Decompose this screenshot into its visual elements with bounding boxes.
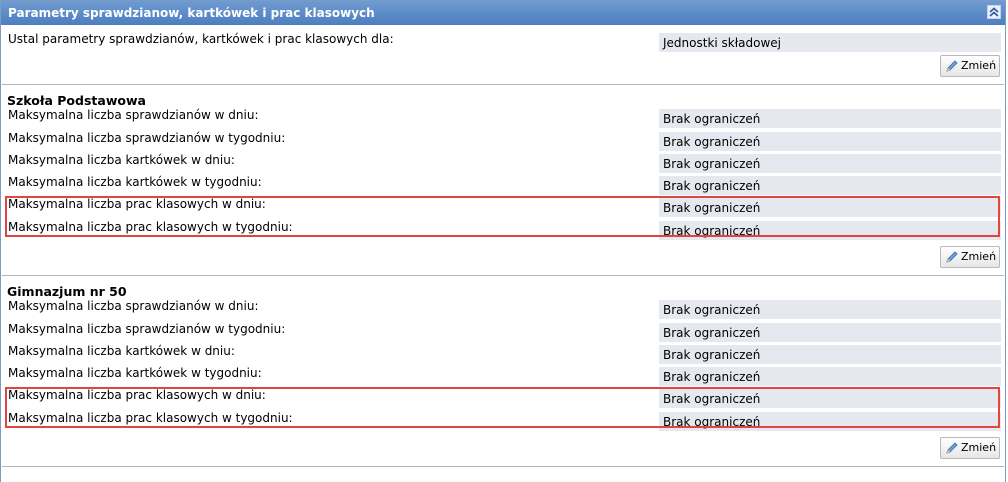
section-button-row: Zmień: [1, 436, 1005, 466]
parameter-row: Maksymalna liczba prac klasowych w dniu:…: [1, 387, 1005, 410]
intro-button-row: Zmień: [1, 54, 1005, 84]
parameter-label: Maksymalna liczba sprawdzianów w dniu:: [8, 108, 259, 122]
parameter-label: Maksymalna liczba sprawdzianów w tygodni…: [8, 321, 286, 336]
parameter-value: Brak ograniczeń: [659, 109, 1001, 128]
parameter-row: Maksymalna liczba kartkówek w dniu: Brak …: [1, 152, 1005, 175]
section-title: Gimnazjum nr 50: [7, 284, 127, 299]
parameter-label: Maksymalna liczba sprawdzianów w tygodni…: [8, 130, 286, 145]
parameter-value: Brak ograniczeń: [659, 198, 1001, 217]
parameter-label: Maksymalna liczba prac klasowych w tygod…: [8, 219, 293, 234]
section-1: Gimnazjum nr 50 Maksymalna liczba sprawdz…: [1, 276, 1005, 467]
parameter-row: Maksymalna liczba kartkówek w dniu: Brak …: [1, 343, 1005, 366]
parameter-value: Brak ograniczeń: [659, 300, 1001, 319]
parameter-label: Maksymalna liczba kartkówek w tygodniu:: [8, 175, 262, 189]
double-chevron-up-icon[interactable]: [987, 5, 1001, 19]
change-button-label: Zmień: [961, 59, 997, 72]
parameter-label: Maksymalna liczba sprawdzianów w dniu:: [8, 299, 259, 313]
change-button-label: Zmień: [961, 250, 997, 263]
parameter-row: Maksymalna liczba kartkówek w tygodniu: B…: [1, 174, 1005, 196]
parameter-label: Maksymalna liczba prac klasowych w dniu:: [8, 388, 266, 402]
parameter-label: Maksymalna liczba prac klasowych w tygod…: [8, 410, 293, 425]
pencil-icon: [946, 442, 958, 454]
parameters-panel: Parametry sprawdzianow, kartkówek i prac…: [0, 0, 1006, 482]
pencil-icon: [946, 60, 958, 72]
parameter-row: Maksymalna liczba sprawdzianów w dniu: Br…: [1, 298, 1005, 321]
parameter-label: Maksymalna liczba kartkówek w tygodniu:: [8, 366, 262, 380]
parameter-value: Brak ograniczeń: [659, 411, 1001, 431]
change-button-label: Zmień: [961, 441, 997, 454]
parameter-row: Maksymalna liczba sprawdzianów w tygodni…: [1, 321, 1005, 343]
intro-value: Jednostki składowej: [659, 33, 1001, 52]
parameter-value: Brak ograniczeń: [659, 131, 1001, 151]
parameter-value: Brak ograniczeń: [659, 153, 1001, 173]
section-title: Szkoła Podstawowa: [7, 93, 146, 108]
change-button[interactable]: Zmień: [940, 55, 1000, 77]
parameter-value: Brak ograniczeń: [659, 367, 1001, 386]
parameter-value: Brak ograniczeń: [659, 389, 1001, 408]
parameter-value: Brak ograniczeń: [659, 344, 1001, 364]
parameter-label: Maksymalna liczba kartkówek w dniu:: [8, 343, 235, 358]
divider: [2, 466, 1004, 467]
parameter-row: Maksymalna liczba sprawdzianów w tygodni…: [1, 130, 1005, 152]
change-button[interactable]: Zmień: [940, 437, 1000, 459]
intro-row: Ustal parametry sprawdzianów, kartkówek …: [1, 31, 1005, 54]
parameter-value: Brak ograniczeń: [659, 322, 1001, 342]
panel-header: Parametry sprawdzianow, kartkówek i prac…: [1, 1, 1005, 25]
parameter-value: Brak ograniczeń: [659, 220, 1001, 240]
parameter-row: Maksymalna liczba kartkówek w tygodniu: B…: [1, 365, 1005, 387]
parameter-row: Maksymalna liczba prac klasowych w tygod…: [1, 219, 1005, 242]
panel-title: Parametry sprawdzianow, kartkówek i prac…: [8, 6, 375, 20]
parameter-label: Maksymalna liczba kartkówek w dniu:: [8, 152, 235, 167]
parameter-row: Maksymalna liczba sprawdzianów w dniu: Br…: [1, 107, 1005, 130]
section-0: Szkoła Podstawowa Maksymalna liczba spraw…: [1, 85, 1005, 276]
parameter-value: Brak ograniczeń: [659, 176, 1001, 195]
parameter-label: Maksymalna liczba prac klasowych w dniu:: [8, 197, 266, 211]
section-button-row: Zmień: [1, 245, 1005, 275]
pencil-icon: [946, 251, 958, 263]
parameter-row: Maksymalna liczba prac klasowych w dniu:…: [1, 196, 1005, 219]
parameter-row: Maksymalna liczba prac klasowych w tygod…: [1, 410, 1005, 433]
change-button[interactable]: Zmień: [940, 246, 1000, 268]
intro-label: Ustal parametry sprawdzianów, kartkówek …: [8, 32, 394, 46]
